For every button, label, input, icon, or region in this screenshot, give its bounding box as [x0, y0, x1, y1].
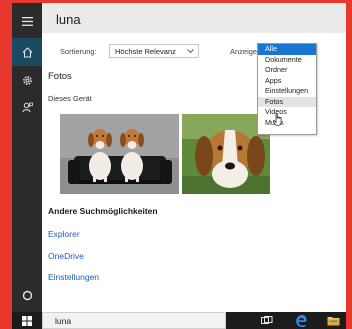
- task-view-button[interactable]: [256, 312, 278, 329]
- section-subtitle: Dieses Gerät: [48, 94, 92, 103]
- sort-select[interactable]: Höchste Relevanz: [109, 44, 199, 58]
- sort-label: Sortierung:: [60, 47, 97, 56]
- taskbar-search-text: luna: [55, 316, 72, 326]
- edge-button[interactable]: [290, 312, 312, 329]
- taskbar: luna: [12, 312, 346, 329]
- taskbar-search-box[interactable]: luna: [42, 312, 226, 329]
- search-header: [42, 3, 346, 33]
- section-title: Fotos: [48, 71, 72, 82]
- dropdown-option-videos[interactable]: Videos: [258, 107, 316, 118]
- feedback-button[interactable]: [12, 93, 42, 121]
- sort-value: Höchste Relevanz: [115, 47, 176, 56]
- dropdown-option-photos[interactable]: Fotos: [258, 96, 316, 107]
- more-options-title: Andere Suchmöglichkeiten: [48, 206, 158, 216]
- sidebar-rail: [12, 3, 42, 312]
- home-button[interactable]: [12, 38, 42, 66]
- windows-logo-icon: [22, 315, 32, 326]
- cortana-circle-icon: [22, 290, 32, 300]
- edge-browser-icon: [296, 314, 307, 327]
- feedback-person-icon: [22, 102, 33, 112]
- hamburger-menu-icon: [21, 16, 33, 26]
- dropdown-option-folders[interactable]: Ordner: [258, 65, 316, 76]
- home-icon: [22, 46, 32, 58]
- link-settings[interactable]: Einstellungen: [48, 272, 99, 282]
- dropdown-option-music[interactable]: Musik: [258, 118, 316, 129]
- file-explorer-button[interactable]: [322, 312, 344, 329]
- gear-icon: [22, 75, 32, 85]
- chevron-down-icon: [187, 49, 194, 54]
- dropdown-option-settings[interactable]: Einstellungen: [258, 86, 316, 97]
- show-filter-dropdown[interactable]: Alle Dokumente Ordner Apps Einstellungen…: [257, 43, 317, 135]
- link-onedrive[interactable]: OneDrive: [48, 251, 84, 261]
- dropdown-option-apps[interactable]: Apps: [258, 76, 316, 87]
- dropdown-option-all[interactable]: Alle: [258, 44, 316, 55]
- file-explorer-icon: [327, 317, 339, 326]
- task-view-icon: [261, 316, 273, 324]
- search-input[interactable]: [56, 10, 256, 28]
- start-button[interactable]: [12, 312, 42, 329]
- photo-thumbnail-1[interactable]: [60, 114, 179, 194]
- menu-button[interactable]: [12, 7, 42, 35]
- photo-two-beagles: [60, 114, 179, 194]
- settings-button[interactable]: [12, 66, 42, 94]
- link-explorer[interactable]: Explorer: [48, 229, 80, 239]
- dropdown-option-documents[interactable]: Dokumente: [258, 55, 316, 66]
- cortana-button[interactable]: [12, 281, 42, 309]
- mouse-pointer-icon: [273, 113, 282, 126]
